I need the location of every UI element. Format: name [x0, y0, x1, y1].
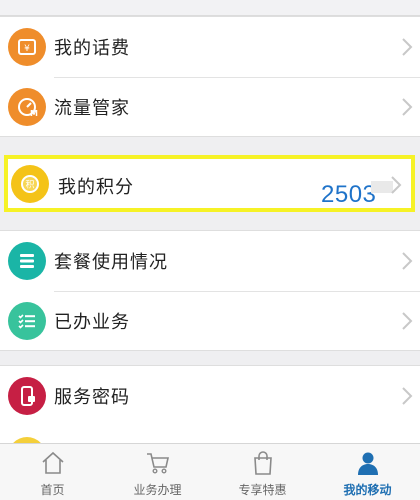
menu-label-service-password: 服务密码 [54, 387, 130, 408]
phone-lock-icon [8, 377, 46, 415]
menu-group-security: 服务密码 [0, 365, 420, 435]
points-coin-icon: 积 [11, 165, 49, 203]
top-strip [0, 0, 420, 16]
checklist-icon [8, 302, 46, 340]
chevron-right-icon [402, 312, 413, 330]
user-icon [357, 452, 378, 475]
tab-label-offers: 专享特惠 [238, 483, 287, 497]
list-icon [8, 242, 46, 280]
svg-text:M: M [30, 109, 38, 118]
chevron-right-icon [402, 98, 413, 116]
menu-item-completed-services[interactable]: 已办业务 [0, 291, 420, 351]
tab-my[interactable]: 我的移动 [315, 444, 420, 500]
svg-text:积: 积 [25, 179, 34, 191]
tab-home[interactable]: 首页 [0, 444, 105, 500]
tab-business[interactable]: 业务办理 [105, 444, 210, 500]
menu-item-service-password[interactable]: 服务密码 [0, 366, 420, 426]
shopping-bag-icon [253, 451, 272, 475]
tab-label-business: 业务办理 [133, 483, 182, 497]
chevron-right-icon [402, 252, 413, 270]
menu-label-package-usage: 套餐使用情况 [54, 252, 168, 273]
chevron-right-icon [402, 387, 413, 405]
menu-label-completed-services: 已办业务 [54, 312, 130, 333]
menu-group-account: ¥ 我的话费 M 流量管家 [0, 16, 420, 137]
menu-item-phone-bill[interactable]: ¥ 我的话费 [0, 17, 420, 77]
points-value: 2503 [321, 181, 377, 208]
bottom-tab-bar: 首页 业务办理 专享特惠 我的移动 [0, 443, 420, 500]
menu-item-package-usage[interactable]: 套餐使用情况 [0, 231, 420, 291]
svg-text:¥: ¥ [24, 44, 30, 54]
gauge-icon: M [8, 88, 46, 126]
tab-offers[interactable]: 专享特惠 [210, 444, 315, 500]
chevron-right-icon [402, 38, 413, 56]
chevron-right-icon [391, 176, 402, 194]
home-icon [41, 451, 64, 474]
cart-icon [146, 453, 169, 474]
menu-label-phone-bill: 我的话费 [54, 38, 130, 59]
yen-card-icon: ¥ [8, 28, 46, 66]
menu-label-points: 我的积分 [58, 177, 134, 198]
menu-label-data-manager: 流量管家 [54, 98, 130, 119]
menu-group-usage: 套餐使用情况 已办业务 [0, 230, 420, 351]
tab-label-home: 首页 [40, 483, 65, 497]
menu-item-data-manager[interactable]: M 流量管家 [0, 77, 420, 137]
menu-item-points[interactable]: 积 我的积分 2503 [4, 155, 415, 212]
tab-label-my: 我的移动 [343, 483, 392, 497]
